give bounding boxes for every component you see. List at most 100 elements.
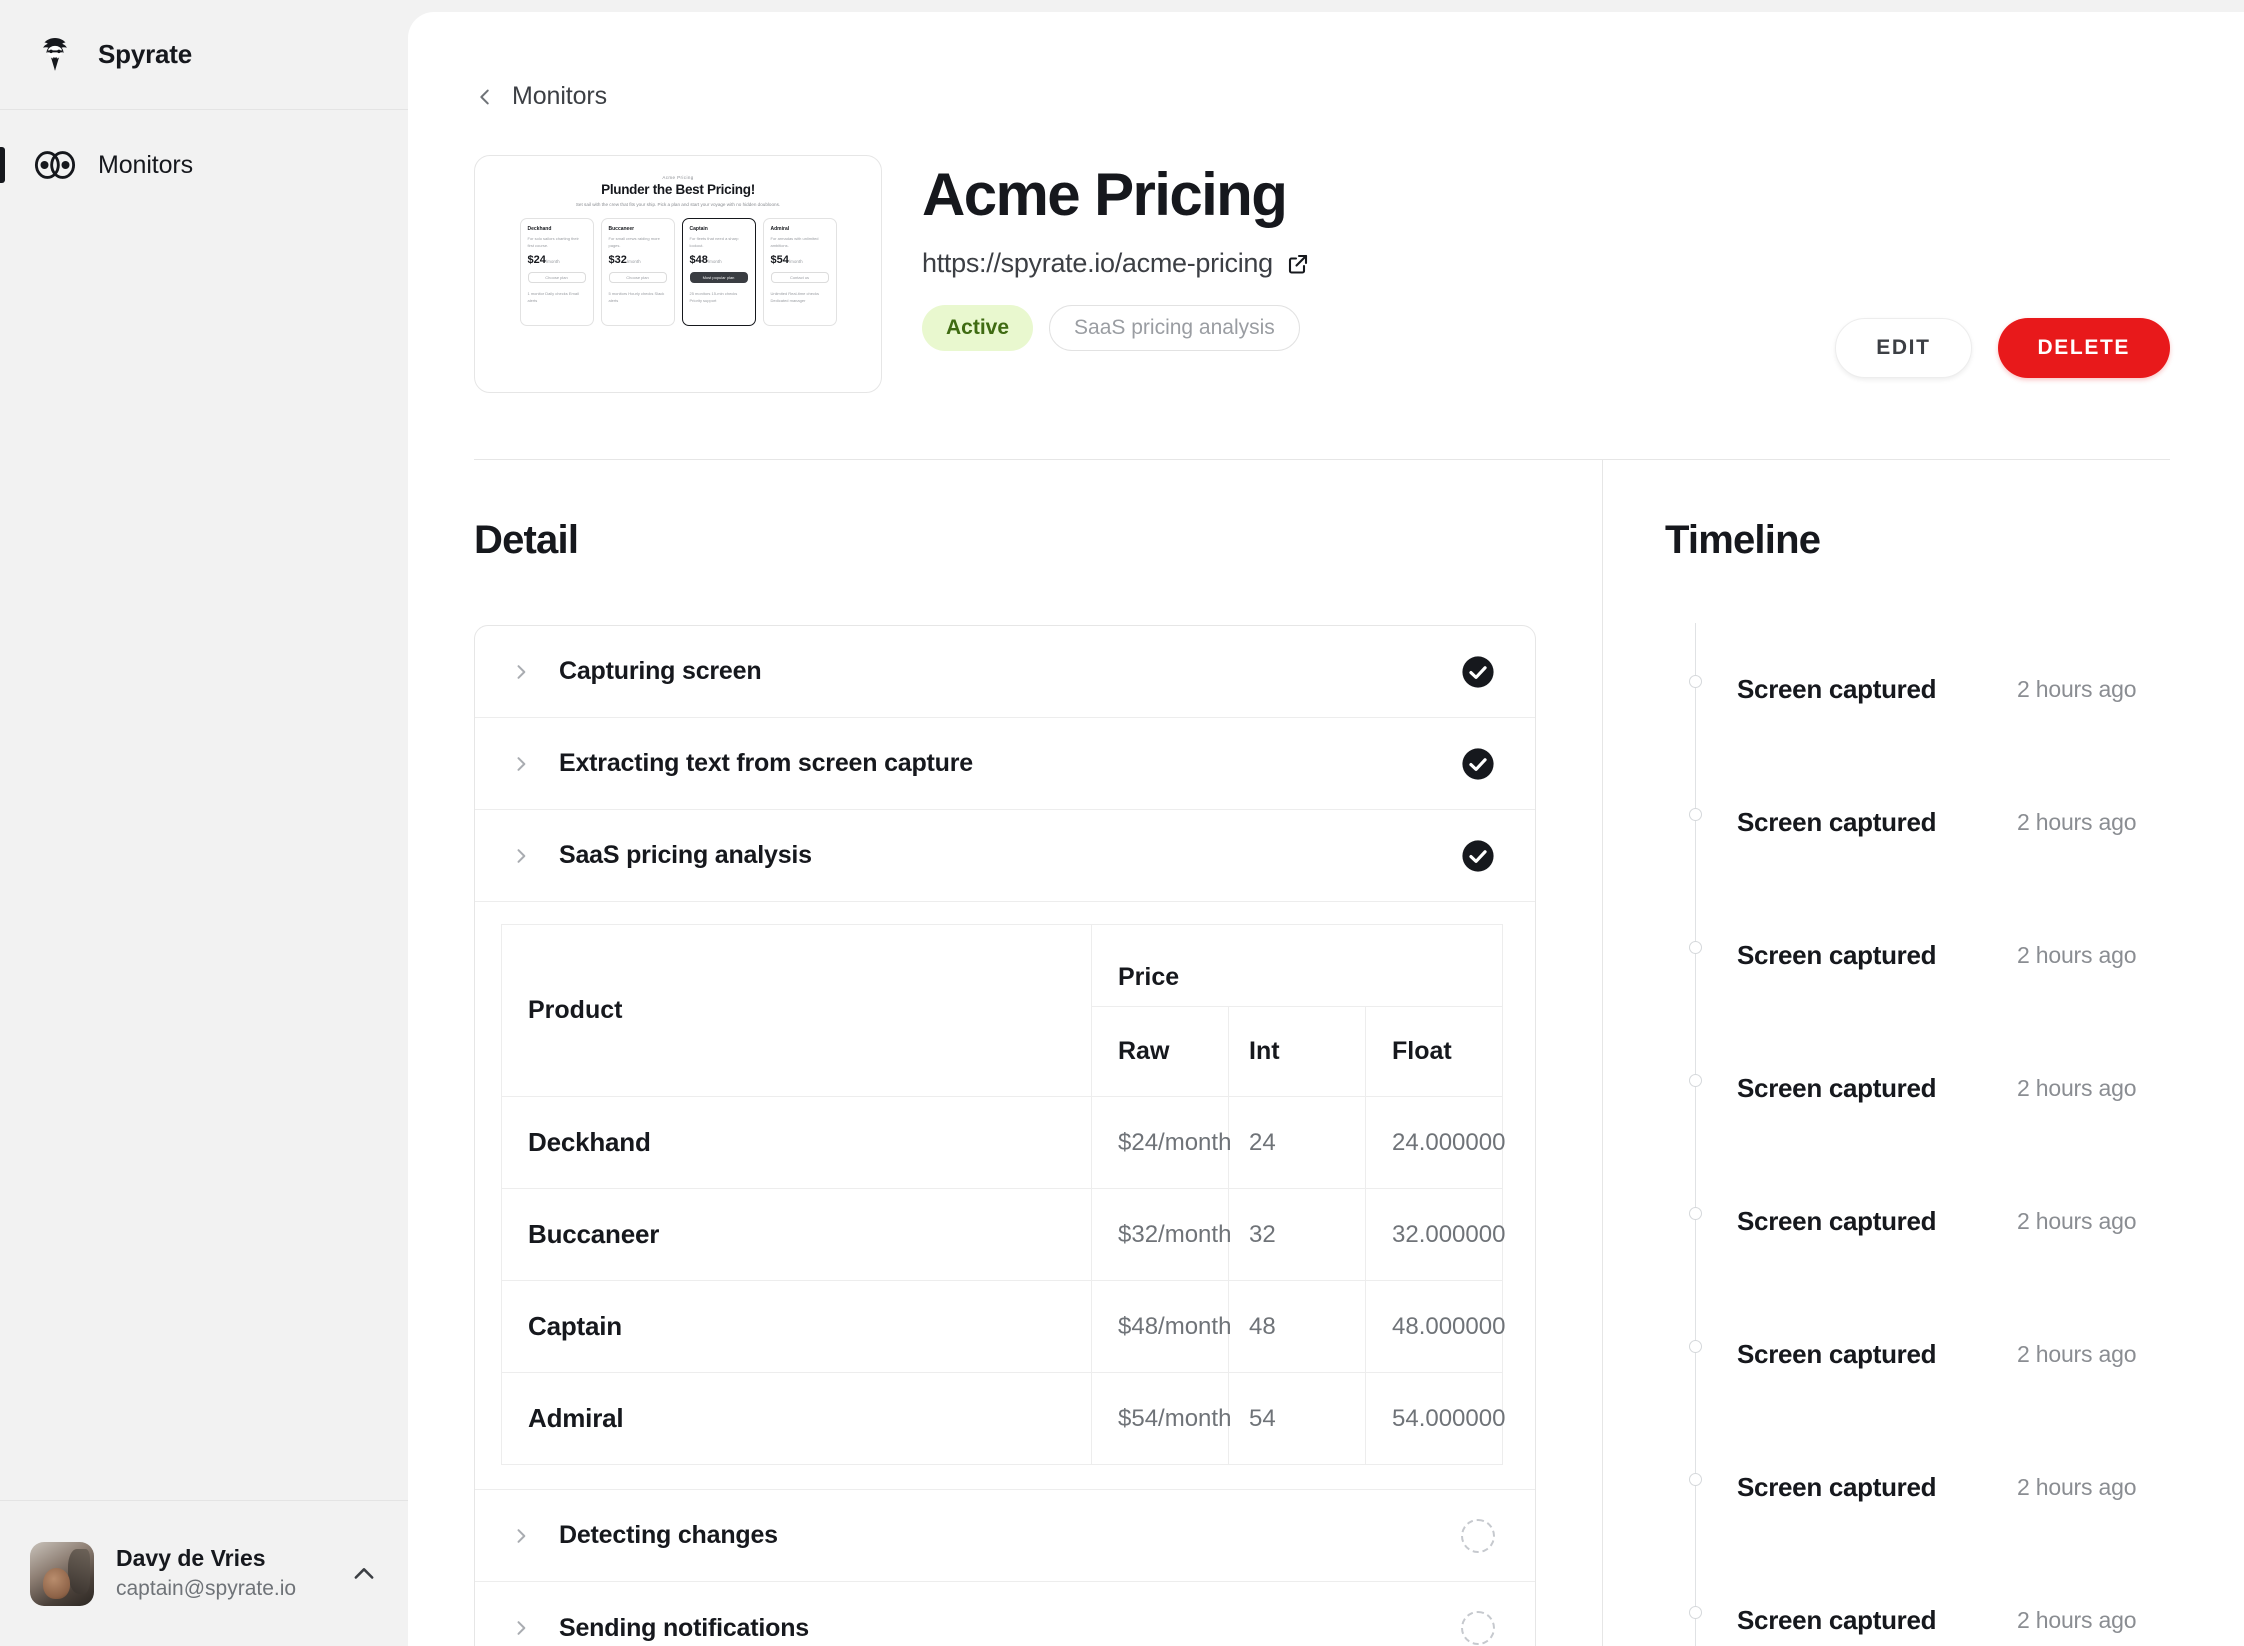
table-row: Admiral $54/month 54 54.000000	[501, 1372, 1505, 1465]
edit-button[interactable]: EDIT	[1835, 318, 1972, 378]
thumbnail-card-features: 5 monitors Hourly checks Slack alerts	[608, 290, 665, 304]
table-row: Deckhand $24/month 24 24.000000	[501, 1096, 1505, 1189]
external-link-icon	[1286, 252, 1310, 276]
steps-card: Capturing screen Extracting text from sc…	[474, 625, 1536, 1646]
monitor-thumbnail[interactable]: Acme Pricing Plunder the Best Pricing! S…	[474, 155, 882, 393]
timeline-item[interactable]: Screen captured 2 hours ago	[1689, 1288, 2170, 1421]
thumbnail-card-desc: For armadas with unlimited ambitions.	[770, 235, 819, 248]
timeline-item[interactable]: Screen captured 2 hours ago	[1689, 889, 2170, 1022]
chevron-right-icon	[511, 846, 531, 866]
timeline-item[interactable]: Screen captured 2 hours ago	[1689, 1155, 2170, 1288]
thumbnail-title: Plunder the Best Pricing!	[601, 182, 755, 197]
pricing-table-wrapper: Product Price Raw Int Float Deckhand $24…	[475, 902, 1535, 1490]
timeline-column: Timeline Screen captured 2 hours ago Scr…	[1602, 460, 2170, 1646]
timeline-event-time: 2 hours ago	[2017, 1474, 2137, 1500]
avatar	[30, 1541, 94, 1606]
monitor-url-text: https://spyrate.io/acme-pricing	[922, 248, 1273, 278]
timeline-event-label: Screen captured	[1737, 1605, 1937, 1635]
step-row-detecting-changes[interactable]: Detecting changes	[475, 1490, 1535, 1582]
delete-button[interactable]: DELETE	[1997, 318, 2170, 378]
chevron-right-icon	[511, 754, 531, 774]
cell-float: 54.000000	[1365, 1372, 1505, 1465]
timeline-title: Timeline	[1665, 518, 1821, 562]
step-row-sending-notifications[interactable]: Sending notifications	[475, 1582, 1535, 1646]
thumbnail-card-price: $24/month	[528, 254, 586, 266]
thumbnail-pricing-card-featured: Captain For fleets that need a sharp loo…	[681, 217, 756, 326]
step-label: Capturing screen	[559, 657, 762, 685]
step-label: Detecting changes	[559, 1521, 778, 1549]
step-row-capturing-screen[interactable]: Capturing screen	[475, 626, 1535, 718]
thumbnail-card-cta: Choose plan	[608, 271, 667, 283]
cell-raw: $48/month	[1091, 1280, 1231, 1373]
brand[interactable]: Spyrate	[0, 0, 408, 110]
cell-int: 24	[1228, 1096, 1366, 1189]
header-actions: EDIT DELETE	[1835, 318, 2170, 378]
timeline-item[interactable]: Screen captured 2 hours ago	[1689, 623, 2170, 756]
breadcrumb[interactable]: Monitors	[474, 82, 607, 111]
pricing-table-body: Deckhand $24/month 24 24.000000 Buccanee…	[501, 1096, 1505, 1465]
thumbnail-card-period: /month	[788, 258, 803, 264]
thumbnail-card-cta: Most popular plan	[689, 271, 748, 283]
timeline-item[interactable]: Screen captured 2 hours ago	[1689, 1554, 2170, 1646]
thumbnail-card-features: 1 monitor Daily checks Email alerts	[527, 290, 579, 304]
thumbnail-card-desc: For fleets that need a sharp lookout.	[689, 235, 739, 248]
user-profile[interactable]: Davy de Vries captain@spyrate.io	[0, 1500, 408, 1646]
timeline-event-label: Screen captured	[1737, 940, 1937, 970]
thumbnail-card-cta: Contact us	[770, 271, 829, 283]
chevron-right-icon	[511, 1526, 531, 1546]
cell-int: 32	[1228, 1188, 1366, 1281]
user-email: captain@spyrate.io	[116, 1577, 297, 1601]
check-circle-icon	[1461, 747, 1495, 781]
timeline-event-time: 2 hours ago	[2017, 1341, 2137, 1367]
cell-int: 48	[1228, 1280, 1366, 1373]
cell-raw: $54/month	[1091, 1372, 1231, 1465]
step-label: SaaS pricing analysis	[559, 841, 812, 869]
column-header-int: Int	[1228, 1006, 1366, 1097]
thumbnail-pricing-card: Admiral For armadas with unlimited ambit…	[762, 217, 837, 326]
pricing-table-head: Product Price Raw Int Float	[501, 924, 1503, 1097]
timeline-dot-icon	[1689, 1473, 1702, 1486]
monitor-header: Acme Pricing Plunder the Best Pricing! S…	[474, 155, 2170, 393]
cell-float: 48.000000	[1365, 1280, 1505, 1373]
step-row-extracting-text[interactable]: Extracting text from screen capture	[475, 718, 1535, 810]
thumbnail-card-features: 25 monitors 15-min checks Priority suppo…	[689, 290, 738, 304]
step-label: Extracting text from screen capture	[559, 749, 973, 777]
timeline-item[interactable]: Screen captured 2 hours ago	[1689, 756, 2170, 889]
cell-product: Captain	[501, 1280, 1092, 1373]
thumbnail-pricing-card: Buccaneer For small crews raiding more p…	[600, 217, 675, 326]
thumbnail-subtitle: Set sail with the crew that fits your sh…	[575, 202, 781, 207]
sidebar-item-monitors[interactable]: Monitors	[0, 128, 408, 202]
breadcrumb-label: Monitors	[512, 82, 608, 110]
monitor-url-link[interactable]: https://spyrate.io/acme-pricing	[922, 248, 1310, 279]
thumbnail-card-features: Unlimited Real-time checks Dedicated man…	[770, 290, 819, 304]
eyes-icon	[34, 144, 76, 186]
chevron-right-icon	[511, 662, 531, 682]
step-label: Sending notifications	[559, 1613, 809, 1642]
page-title: Acme Pricing	[922, 161, 1288, 228]
cell-float: 24.000000	[1365, 1096, 1505, 1189]
cell-int: 54	[1228, 1372, 1366, 1465]
step-row-saas-pricing-analysis[interactable]: SaaS pricing analysis	[475, 810, 1535, 902]
sidebar: Spyrate Monitors Davy de Vries captain@s…	[0, 0, 408, 1646]
pricing-table: Product Price Raw Int Float Deckhand $24…	[501, 924, 1505, 1465]
timeline-event-time: 2 hours ago	[2017, 942, 2137, 968]
column-group-header-price: Price	[1091, 924, 1503, 1007]
timeline-item[interactable]: Screen captured 2 hours ago	[1689, 1022, 2170, 1155]
column-header-float: Float	[1365, 1006, 1503, 1097]
timeline-event-label: Screen captured	[1737, 1073, 1937, 1103]
thumbnail-card-name: Deckhand	[527, 225, 552, 232]
brand-name: Spyrate	[98, 39, 192, 69]
timeline-item[interactable]: Screen captured 2 hours ago	[1689, 1421, 2170, 1554]
thumbnail-pricing-card: Deckhand For solo sailors charting their…	[519, 217, 594, 326]
timeline-event-time: 2 hours ago	[2017, 676, 2137, 702]
chevron-right-icon	[511, 1618, 531, 1638]
thumbnail-card-period: /month	[545, 258, 560, 264]
timeline-event-time: 2 hours ago	[2017, 1075, 2137, 1101]
timeline-event-label: Screen captured	[1737, 1206, 1937, 1236]
cell-product: Deckhand	[501, 1096, 1092, 1189]
cell-raw: $24/month	[1091, 1096, 1231, 1189]
thumbnail-card-name: Admiral	[770, 225, 790, 232]
thumbnail-card-period: /month	[707, 258, 722, 264]
chevron-up-icon[interactable]	[350, 1560, 378, 1588]
check-circle-icon	[1461, 839, 1495, 873]
